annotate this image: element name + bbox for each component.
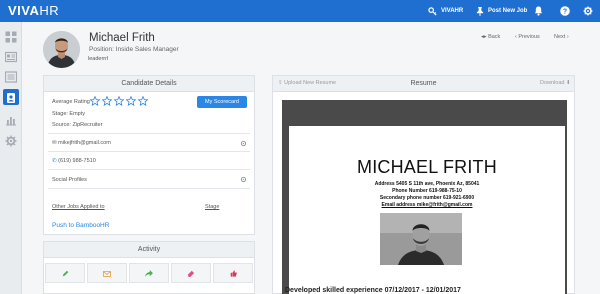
svg-text:?: ? (563, 9, 567, 16)
email-row[interactable]: ✉ mikejfrith@gmail.com (52, 140, 111, 146)
download-resume-link[interactable]: Download ⬇ (540, 80, 571, 86)
chevron-right-icon: › (565, 34, 569, 40)
resume-page (289, 126, 565, 294)
settings-button[interactable] (583, 0, 593, 22)
eraser-icon (187, 264, 195, 282)
social-gear-icon[interactable] (240, 176, 247, 183)
send-email-button[interactable] (87, 263, 127, 283)
resume-candidate-name: MICHAEL FRITH (357, 157, 497, 177)
vivahr-logo[interactable]: VIVAHR (8, 3, 59, 18)
help-icon: ? (560, 6, 570, 16)
back-link[interactable]: ◂▸ Back (481, 34, 500, 40)
resume-phone: Phone Number 619-988-75-10 (392, 188, 462, 194)
post-new-job-button[interactable]: Post New Job (476, 0, 527, 22)
reports-icon[interactable] (5, 113, 17, 126)
share-button[interactable] (129, 263, 169, 283)
share-icon (145, 264, 153, 282)
resume-email: Email address mike@frith@gmail.com (381, 202, 473, 208)
listings-icon[interactable] (4, 70, 18, 83)
details-divider (48, 169, 250, 170)
push-to-bamboohr-link[interactable]: Push to BambooHR (52, 222, 109, 229)
top-navigation-bar: VIVAHR VIVAHR Post New Job ? (0, 0, 600, 22)
notifications-button[interactable] (534, 0, 543, 22)
candidates-icon[interactable] (5, 91, 17, 103)
pin-icon (476, 6, 484, 16)
resume-experience-line: Developed skilled experience 07/12/2017 … (285, 287, 461, 294)
candidate-avatar (43, 31, 80, 68)
previous-link[interactable]: ‹ Previous (515, 34, 540, 40)
rating-star-1[interactable] (90, 96, 100, 106)
thumbs-up-button[interactable] (213, 263, 253, 283)
gear-icon (583, 6, 593, 16)
eraser-button[interactable] (171, 263, 211, 283)
upload-new-resume-link[interactable]: ⇪ Upload New Resume (278, 80, 336, 86)
resume-address: Address 5405 S 11th ave, Phoenix Az, 850… (374, 181, 480, 187)
rating-star-2[interactable] (102, 96, 112, 106)
envelope-icon (103, 264, 111, 282)
rating-star-4[interactable] (126, 96, 136, 106)
next-link[interactable]: Next › (554, 34, 569, 40)
key-icon (428, 6, 437, 16)
phone-row[interactable]: ✆ (619) 988-7510 (52, 158, 96, 164)
add-note-button[interactable] (45, 263, 85, 283)
details-divider (48, 188, 250, 189)
rating-star-3[interactable] (114, 96, 124, 106)
dashboard-icon[interactable] (5, 30, 17, 43)
resume-photo (380, 213, 462, 265)
details-divider (48, 133, 250, 134)
bell-icon (534, 6, 543, 16)
download-icon: ⬇ (564, 80, 571, 86)
candidate-name: Michael Frith (89, 32, 155, 44)
stage-text: Stage: Empty (52, 111, 86, 117)
other-jobs-label: Other Jobs Applied to (52, 204, 105, 210)
thumbs-up-icon (230, 264, 237, 282)
account-label: VIVAHR (441, 8, 464, 14)
settings-icon[interactable] (5, 134, 17, 147)
candidate-tags-input[interactable] (88, 54, 130, 63)
source-text: Source: ZipRecruiter (52, 122, 103, 128)
my-scorecard-button[interactable]: My Scorecard (197, 96, 247, 108)
post-new-job-label: Post New Job (488, 8, 528, 14)
stage-column-label: Stage (205, 204, 220, 210)
candidate-details-header: Candidate Details (44, 76, 254, 92)
activity-header: Activity (44, 242, 254, 258)
average-rating-label: Average Rating (52, 99, 90, 105)
back-icon: ◂▸ (481, 34, 489, 40)
details-divider (48, 151, 250, 152)
help-button[interactable]: ? (560, 0, 570, 22)
candidate-position: Position: Inside Sales Manager (89, 46, 179, 53)
jobs-icon[interactable] (4, 50, 18, 63)
email-gear-icon[interactable] (240, 140, 247, 147)
social-profiles-label: Social Profiles (52, 177, 87, 183)
resume-secondary-phone: Secondary phone number 619-921-6900 (379, 195, 475, 201)
account-menu[interactable]: VIVAHR (428, 0, 463, 22)
rating-star-5[interactable] (138, 96, 148, 106)
pencil-icon (62, 264, 69, 282)
